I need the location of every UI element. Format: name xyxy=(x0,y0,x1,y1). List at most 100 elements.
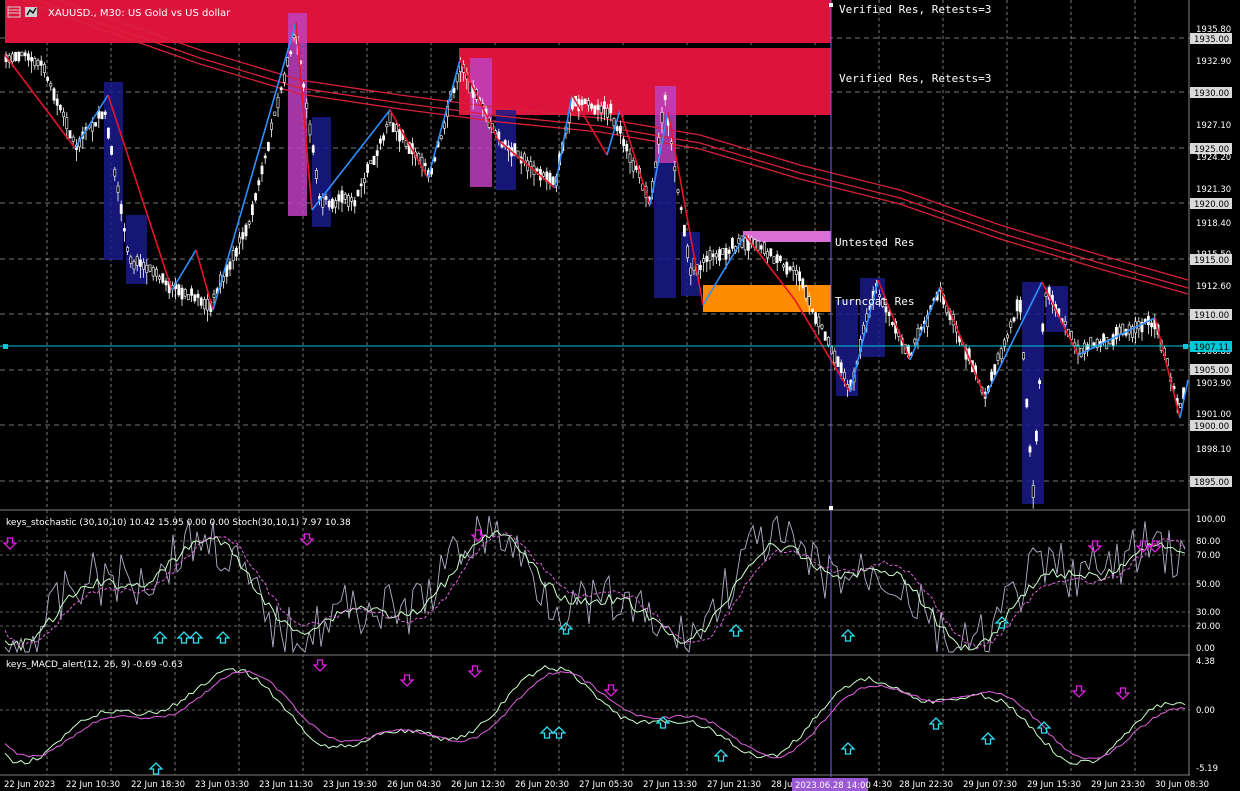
candle-body xyxy=(158,276,162,280)
candle-body xyxy=(782,264,786,268)
chart-icon[interactable] xyxy=(25,7,37,17)
candle-body xyxy=(330,198,334,209)
candle-body xyxy=(251,204,254,216)
price-label: 1924.20 xyxy=(1196,153,1231,163)
current-price-handle xyxy=(3,344,8,349)
candle-body xyxy=(324,196,328,200)
candle-body xyxy=(36,60,40,67)
candle-body xyxy=(58,104,62,111)
candle-body xyxy=(522,153,526,162)
candle-body xyxy=(308,123,312,136)
price-label-boxed: 1905.00 xyxy=(1194,366,1229,376)
candle-body xyxy=(1022,352,1026,360)
candle-body xyxy=(817,316,821,328)
candle-body xyxy=(1006,334,1010,339)
candle-body xyxy=(705,255,709,262)
candle-body xyxy=(1044,292,1048,297)
candle-body xyxy=(842,371,846,380)
candle-body xyxy=(142,262,146,270)
candle-body xyxy=(778,255,782,262)
candle-body xyxy=(826,337,830,346)
candle-body xyxy=(14,51,18,62)
time-label: 22 Jun 2023 xyxy=(4,780,55,790)
candle-body xyxy=(314,170,318,179)
candle-body xyxy=(730,237,734,249)
buy-arrow-icon xyxy=(840,742,856,755)
candle-body xyxy=(663,95,667,100)
stoch-level: 70.00 xyxy=(1196,551,1220,561)
candle-body xyxy=(439,135,443,139)
candle-body xyxy=(727,249,731,254)
price-label: 1903.90 xyxy=(1196,379,1231,389)
zigzag-segment xyxy=(4,54,76,149)
candle-body xyxy=(606,108,610,118)
chart-canvas[interactable]: XAUUSD., M30: US Gold vs US dollar Verif… xyxy=(0,0,1240,791)
chart-window[interactable]: XAUUSD., M30: US Gold vs US dollar Verif… xyxy=(0,0,1240,791)
candle-body xyxy=(785,262,789,275)
candle-body xyxy=(276,97,280,109)
candle-body xyxy=(1041,323,1045,332)
candle-body xyxy=(788,266,792,271)
candle-body xyxy=(33,57,37,67)
stochastic-main-line xyxy=(4,529,1186,652)
candle-body xyxy=(161,273,165,283)
candle-body xyxy=(1028,446,1032,453)
candle-body xyxy=(132,261,136,270)
candle-body xyxy=(686,245,690,259)
time-label: 23 Jun 19:30 xyxy=(323,780,377,790)
time-label: 26 Jun 12:30 xyxy=(451,780,505,790)
candle-body xyxy=(247,221,251,225)
buy-arrow-icon xyxy=(215,631,231,644)
candle-body xyxy=(321,197,325,208)
candle-body xyxy=(913,338,917,344)
zone-label-turncoat: Turncoat Res xyxy=(835,295,914,308)
macd-axis: 4.38 0.00 -5.19 xyxy=(1196,657,1218,774)
candle-body xyxy=(356,189,360,197)
candle-body xyxy=(39,60,43,66)
stoch-level: 50.00 xyxy=(1196,580,1220,590)
candle-body xyxy=(839,362,843,373)
candle-body xyxy=(62,111,66,118)
candle-body xyxy=(340,190,344,203)
candle-body xyxy=(375,150,379,156)
time-axis: 22 Jun 2023 22 Jun 10:30 22 Jun 18:30 23… xyxy=(4,778,1209,791)
price-label: 1921.30 xyxy=(1196,185,1231,195)
candle-body xyxy=(791,266,795,271)
candle-body xyxy=(609,103,613,114)
price-label: 1927.10 xyxy=(1196,121,1231,131)
candle-body xyxy=(721,248,725,255)
candle-body xyxy=(714,253,718,258)
time-label: 23 Jun 03:30 xyxy=(195,780,249,790)
candle-body xyxy=(804,286,808,299)
price-label-boxed: 1900.00 xyxy=(1194,422,1229,432)
candle-body xyxy=(586,100,590,106)
candle-body xyxy=(990,371,994,381)
candle-body xyxy=(1031,485,1035,498)
zone-label-verified-2: Verified Res, Retests=3 xyxy=(839,72,991,85)
candle-body xyxy=(196,293,200,298)
stochastic-axis: 100.00 80.00 70.00 50.00 30.00 20.00 0.0… xyxy=(1196,515,1226,654)
candle-body xyxy=(346,195,350,207)
time-label: 27 Jun 05:30 xyxy=(579,780,633,790)
price-label: 1898.10 xyxy=(1196,445,1231,455)
candle-body xyxy=(810,308,814,313)
candle-body xyxy=(113,169,117,177)
candle-body xyxy=(177,284,181,296)
signal-box xyxy=(312,117,331,227)
price-label: 1901.00 xyxy=(1196,410,1231,420)
candle-body xyxy=(135,256,139,266)
candle-body xyxy=(139,259,142,267)
candle-body xyxy=(823,331,827,341)
stoch-level: 100.00 xyxy=(1196,515,1226,525)
candle-body xyxy=(743,237,747,251)
candle-body xyxy=(590,103,594,109)
candle-body xyxy=(836,356,840,367)
time-label: 22 Jun 18:30 xyxy=(131,780,185,790)
candle-body xyxy=(55,98,59,106)
candle-body xyxy=(794,270,798,275)
candle-body xyxy=(42,64,46,73)
candle-body xyxy=(682,224,686,237)
candle-body xyxy=(1070,331,1074,340)
candle-body xyxy=(126,247,130,252)
candle-body xyxy=(1105,337,1109,349)
